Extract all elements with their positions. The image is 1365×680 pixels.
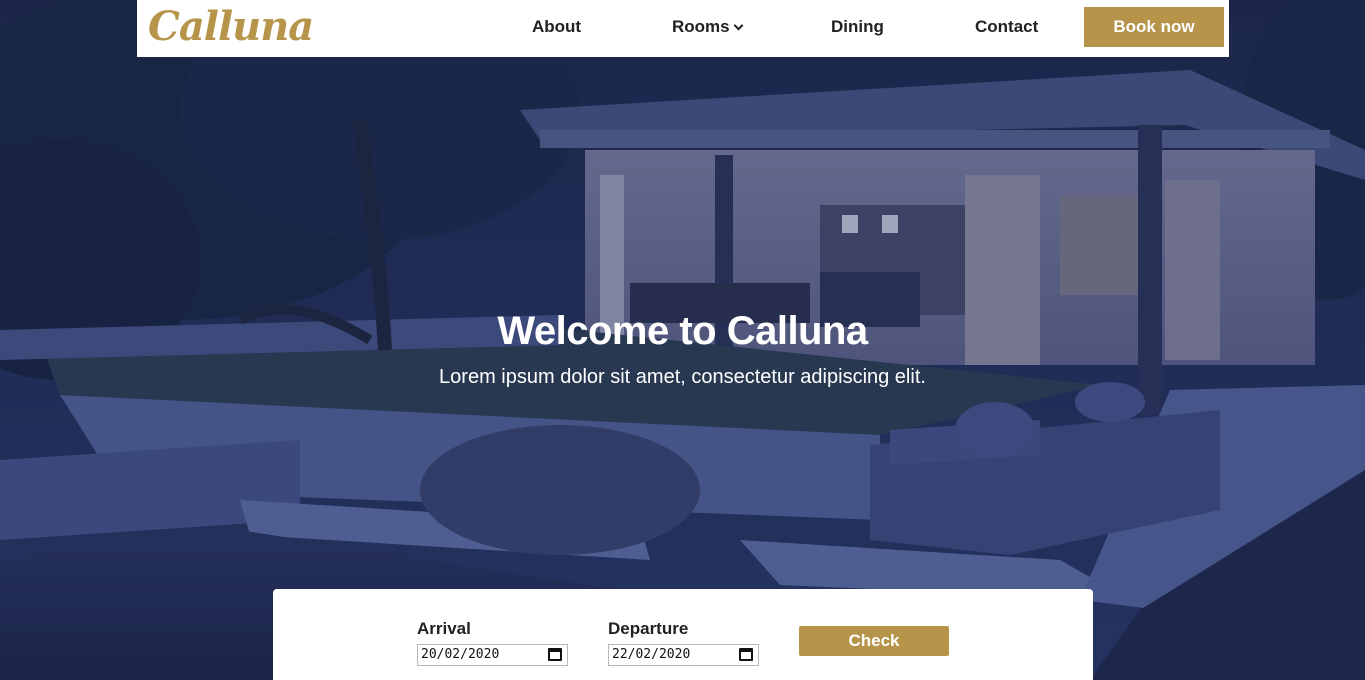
hero-subtitle: Lorem ipsum dolor sit amet, consectetur … — [439, 366, 926, 388]
calendar-icon[interactable] — [548, 648, 562, 661]
departure-date-value: 22/02/2020 — [612, 647, 691, 662]
booking-panel: Arrival 20/02/2020 Departure 22/02/2020 … — [273, 589, 1093, 680]
chevron-down-icon — [733, 20, 744, 31]
nav-link-rooms-label: Rooms — [672, 17, 730, 36]
departure-date-input[interactable]: 22/02/2020 — [608, 644, 759, 666]
arrival-label: Arrival — [417, 619, 471, 638]
departure-label: Departure — [608, 619, 689, 638]
arrival-date-value: 20/02/2020 — [421, 647, 500, 662]
nav-link-about[interactable]: About — [532, 16, 581, 38]
hero-title: Welcome to Calluna — [497, 309, 868, 353]
calendar-icon[interactable] — [739, 648, 753, 661]
nav-link-rooms[interactable]: Rooms — [672, 16, 744, 38]
brand-logo[interactable]: Calluna — [148, 2, 314, 52]
nav-link-contact[interactable]: Contact — [975, 16, 1038, 38]
check-availability-button[interactable]: Check — [799, 626, 949, 656]
nav-link-dining[interactable]: Dining — [831, 16, 884, 38]
top-navbar: Calluna About Rooms Dining Contact Book … — [137, 0, 1229, 57]
book-now-button[interactable]: Book now — [1084, 7, 1224, 47]
arrival-date-input[interactable]: 20/02/2020 — [417, 644, 568, 666]
